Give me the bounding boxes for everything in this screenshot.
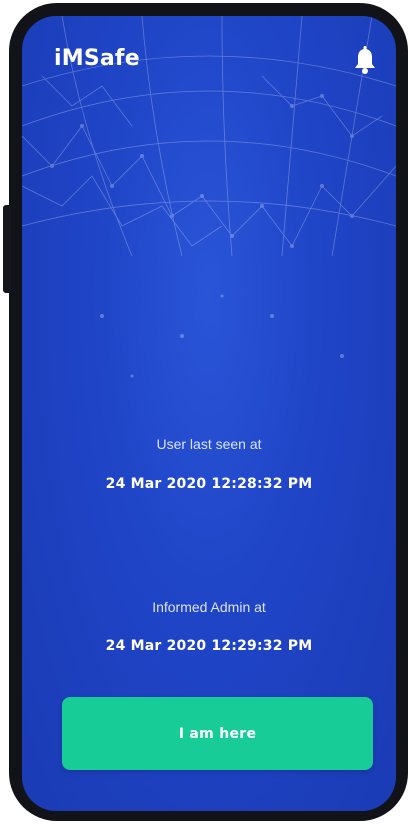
last-seen-value: 24 Mar 2020 12:28:32 PM [105, 476, 313, 492]
bell-icon[interactable] [352, 46, 378, 76]
app-screen: iMSafe User last seen at 24 Mar 2020 12:… [22, 16, 396, 811]
informed-admin-value: 24 Mar 2020 12:29:32 PM [105, 638, 313, 654]
world-map-network-graphic [22, 16, 396, 378]
last-seen-label: User last seen at [156, 436, 262, 452]
phone-side-button [3, 205, 11, 293]
i-am-here-button[interactable]: I am here [62, 697, 373, 770]
informed-admin-label: Informed Admin at [152, 599, 266, 615]
app-title: iMSafe [54, 46, 140, 71]
